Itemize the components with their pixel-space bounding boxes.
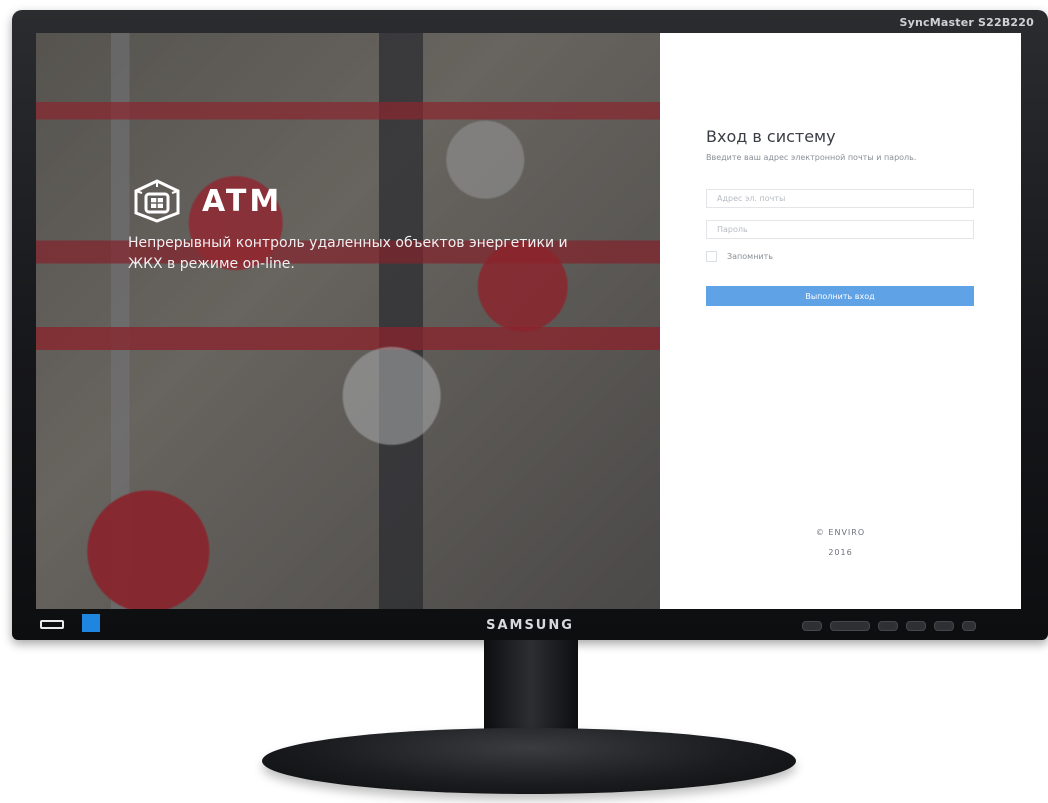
remember-me[interactable]: Запомнить <box>706 251 773 262</box>
hero-panel: ATM Непрерывный контроль удаленных объек… <box>36 33 660 609</box>
auto-button-icon[interactable] <box>906 621 926 631</box>
power-button-icon[interactable] <box>962 621 976 631</box>
login-button[interactable]: Выполнить вход <box>706 286 974 306</box>
remember-checkbox[interactable] <box>706 251 717 262</box>
source-button-icon[interactable] <box>878 621 898 631</box>
remember-label: Запомнить <box>727 252 773 261</box>
brand-name: ATM <box>202 183 283 219</box>
login-title: Вход в систему <box>706 127 836 146</box>
screen: ATM Непрерывный контроль удаленных объек… <box>36 33 1021 609</box>
email-input[interactable] <box>706 189 974 208</box>
adjust-button-icon[interactable] <box>830 621 870 631</box>
copyright-text: © ENVIRO <box>815 528 866 537</box>
monitor-frame: SyncMaster S22B220 ATM Непрерывный контр… <box>12 10 1048 640</box>
login-subtitle: Введите ваш адрес электронной почты и па… <box>706 153 917 162</box>
hero-tagline: Непрерывный контроль удаленных объектов … <box>128 235 568 272</box>
monitor-control-buttons <box>802 621 976 631</box>
eco-button-icon[interactable] <box>934 621 954 631</box>
brand: ATM <box>132 179 282 223</box>
monitor-stand-neck <box>484 640 578 736</box>
login-panel: Вход в систему Введите ваш адрес электро… <box>660 33 1021 609</box>
monitor-stand-base <box>262 728 796 794</box>
monitor-model-label: SyncMaster S22B220 <box>899 16 1034 29</box>
building-grid-icon <box>134 179 180 223</box>
footer: © ENVIRO 2016 <box>660 523 1021 563</box>
password-input[interactable] <box>706 220 974 239</box>
copyright-year: 2016 <box>828 548 853 557</box>
menu-button-icon[interactable] <box>802 621 822 631</box>
